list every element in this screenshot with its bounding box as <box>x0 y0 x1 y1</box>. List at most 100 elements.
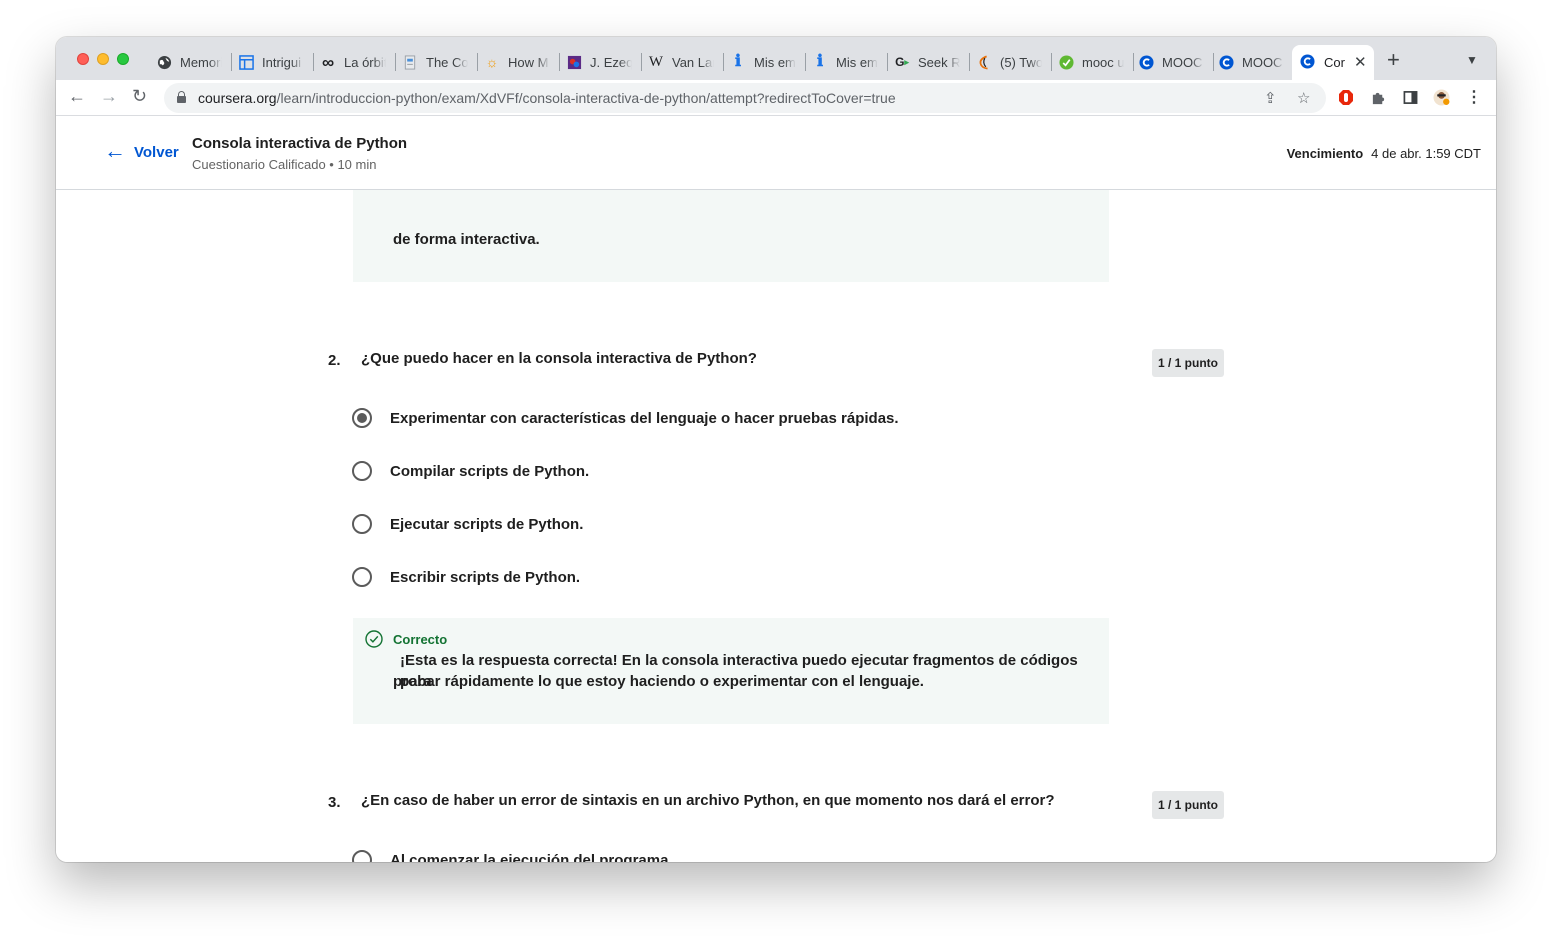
tab-title: MOOC <box>1162 54 1203 70</box>
back-arrow-icon[interactable]: ← <box>68 87 86 105</box>
back-label: Volver <box>134 144 179 161</box>
browser-tab[interactable]: MOOC <box>1218 50 1284 74</box>
browser-window: Memori Intrigui ∞ La órbit The Co ☼ How … <box>56 37 1496 862</box>
browser-tab[interactable]: ☼ How M <box>484 50 550 74</box>
due-label: Vencimiento <box>1286 146 1364 161</box>
tab-title: How M <box>508 54 549 70</box>
due-date: Vencimiento 4 de abr. 1:59 CDT <box>1287 146 1481 161</box>
tab-title: MOOC <box>1242 54 1283 70</box>
back-arrow-icon: ← <box>104 138 126 163</box>
radio-button-selected[interactable] <box>352 408 372 428</box>
tab-separator <box>969 53 970 71</box>
browser-tab[interactable]: (5) Two <box>976 50 1042 74</box>
answer-option[interactable]: Escribir scripts de Python. <box>352 567 580 587</box>
infinity-icon: ∞ <box>321 52 335 72</box>
radio-button[interactable] <box>352 461 372 481</box>
question-text: ¿Que puedo hacer en la consola interacti… <box>361 350 757 367</box>
page-subtitle: Cuestionario Calificado • 10 min <box>192 157 377 172</box>
tab-strip: Memori Intrigui ∞ La órbit The Co ☼ How … <box>56 37 1496 81</box>
url-text: coursera.org/learn/introduccion-python/e… <box>198 90 896 106</box>
radio-button[interactable] <box>352 514 372 534</box>
lock-icon <box>177 91 186 103</box>
layout-icon <box>238 54 254 70</box>
answer-option[interactable]: Ejecutar scripts de Python. <box>352 514 583 534</box>
extensions-puzzle-icon[interactable] <box>1369 88 1387 106</box>
question-number: 3. <box>328 794 341 811</box>
tab-separator <box>1213 53 1214 71</box>
feedback-box-q2: Correcto ¡Esta es la respuesta correcta!… <box>353 618 1109 724</box>
tab-title: La órbit <box>344 54 386 70</box>
tab-separator <box>477 53 478 71</box>
coursera-icon <box>1218 54 1234 70</box>
bookmark-star-icon[interactable]: ☆ <box>1297 89 1310 107</box>
coursera-icon <box>1300 54 1315 74</box>
tab-separator <box>559 53 560 71</box>
page-content: ← Volver Consola interactiva de Python C… <box>56 116 1496 862</box>
answer-option[interactable]: Al comenzar la ejecución del programa. <box>352 850 673 862</box>
moon-icon <box>976 54 992 70</box>
minimize-window-button[interactable] <box>97 53 109 65</box>
address-bar[interactable]: coursera.org/learn/introduccion-python/e… <box>164 83 1326 113</box>
radio-button[interactable] <box>352 850 372 862</box>
close-window-button[interactable] <box>77 53 89 65</box>
kebab-menu-icon[interactable]: ⋮ <box>1465 88 1483 106</box>
browser-tab[interactable]: G ▸ Seek R <box>894 50 960 74</box>
tab-title: Mis em <box>836 54 878 70</box>
browser-tab[interactable]: Memori <box>156 50 222 74</box>
feedback-text: de forma interactiva. <box>393 231 540 248</box>
tab-title: (5) Two <box>1000 54 1042 70</box>
tab-separator <box>805 53 806 71</box>
reload-icon[interactable]: ↻ <box>132 87 147 105</box>
points-badge: 1 / 1 punto <box>1152 791 1224 819</box>
tab-title: Intrigui <box>262 54 302 70</box>
due-value: 4 de abr. 1:59 CDT <box>1371 146 1481 161</box>
browser-tab[interactable]: J. Ezeq <box>566 50 632 74</box>
browser-tab[interactable]: ℹ Mis em <box>812 50 878 74</box>
tab-title: mooc u <box>1082 54 1124 70</box>
forward-arrow-icon[interactable]: → <box>100 87 118 105</box>
info-icon: ℹ <box>816 53 824 70</box>
option-label: Al comenzar la ejecución del programa. <box>390 851 673 863</box>
check-circle-icon <box>365 630 383 648</box>
maximize-window-button[interactable] <box>117 53 129 65</box>
browser-tab[interactable]: mooc u <box>1058 50 1124 74</box>
correct-indicator: Correcto <box>365 630 447 648</box>
active-tab[interactable]: Cor ✕ <box>1292 45 1374 81</box>
correct-label: Correcto <box>393 631 448 647</box>
check-circle-icon <box>1058 54 1074 70</box>
coursera-icon <box>1138 54 1154 70</box>
tab-title: Mis em <box>754 54 796 70</box>
tab-separator <box>313 53 314 71</box>
radio-button[interactable] <box>352 567 372 587</box>
browser-tab[interactable]: The Co <box>402 50 468 74</box>
feedback-text-line2: probar rápidamente lo que estoy haciendo… <box>393 673 924 690</box>
new-tab-button[interactable]: + <box>1387 49 1400 71</box>
feedback-box-q1: de forma interactiva. <box>353 176 1109 282</box>
answer-option[interactable]: Experimentar con características del len… <box>352 408 899 428</box>
back-link[interactable]: ← Volver <box>104 138 179 163</box>
browser-tab[interactable]: ℹ Mis em <box>730 50 796 74</box>
profile-avatar[interactable] <box>1432 88 1450 106</box>
browser-tab[interactable]: Intrigui <box>238 50 304 74</box>
side-panel-icon[interactable] <box>1401 88 1419 106</box>
browser-tab[interactable]: MOOC <box>1138 50 1204 74</box>
painting-icon <box>566 54 582 70</box>
tab-separator <box>1051 53 1052 71</box>
option-label: Experimentar con características del len… <box>390 409 899 427</box>
adblock-extension-icon[interactable] <box>1337 88 1355 106</box>
answer-option[interactable]: Compilar scripts de Python. <box>352 461 589 481</box>
tab-search-chevron-icon[interactable]: ▼ <box>1466 53 1478 67</box>
browser-tab[interactable]: ∞ La órbit <box>320 50 386 74</box>
browser-toolbar: ← → ↻ coursera.org/learn/introduccion-py… <box>56 80 1496 116</box>
option-label: Compilar scripts de Python. <box>390 462 590 480</box>
question-text: ¿En caso de haber un error de sintaxis e… <box>361 792 1055 809</box>
share-icon[interactable]: ⇪ <box>1264 89 1277 107</box>
points-badge: 1 / 1 punto <box>1152 349 1224 377</box>
tab-separator <box>641 53 642 71</box>
tab-title: Van Lar <box>672 54 714 70</box>
tab-separator <box>723 53 724 71</box>
tab-separator <box>395 53 396 71</box>
browser-tab[interactable]: W Van Lar <box>648 50 714 74</box>
sun-icon: ☼ <box>485 54 499 70</box>
close-tab-icon[interactable]: ✕ <box>1354 53 1367 71</box>
